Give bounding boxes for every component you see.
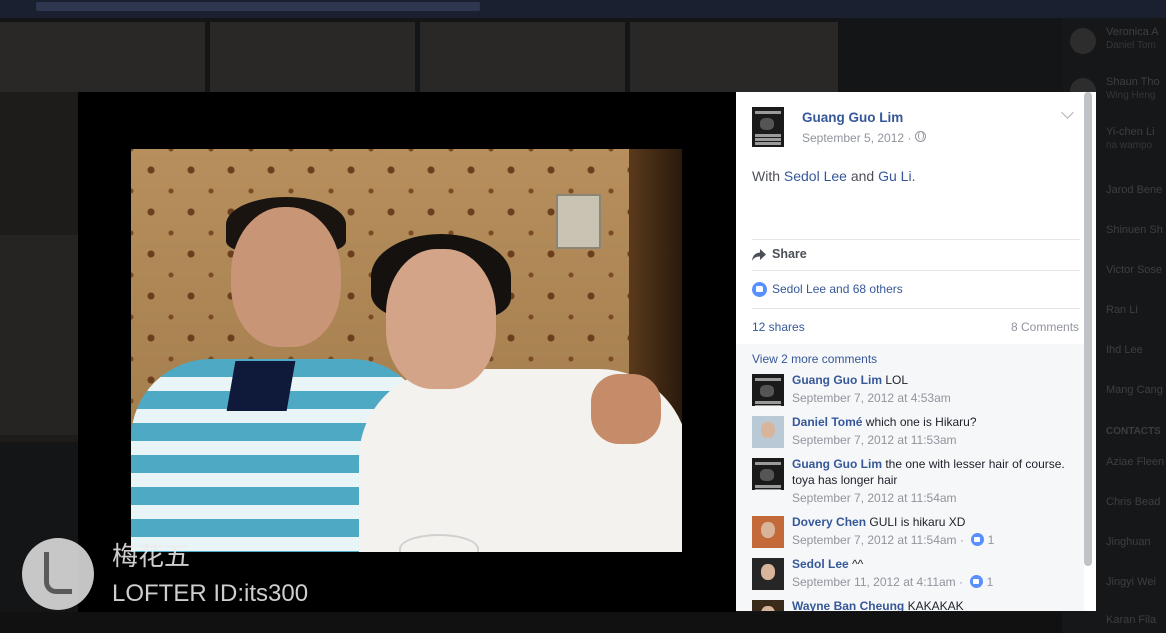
post-panel: Guang Guo Lim September 5, 2012 · With S… [736, 92, 1096, 611]
post-text: With Sedol Lee and Gu Li. [752, 168, 915, 184]
post-text-prefix: With [752, 168, 784, 184]
comment-timestamp[interactable]: September 7, 2012 at 11:53am [792, 432, 1082, 448]
chat-item-name: Aziae Fleen [1106, 456, 1165, 468]
divider [752, 308, 1080, 309]
chat-item-sub: Wing Heng [1106, 90, 1156, 101]
chat-item-name: Shinuen Sh [1106, 224, 1163, 236]
chat-item-name: Jarod Bene [1106, 184, 1163, 196]
comment-text: which one is Hikaru? [862, 415, 977, 429]
avatar[interactable] [752, 458, 784, 490]
chat-item[interactable]: Karan Fila [1062, 610, 1166, 633]
tagged-user-link[interactable]: Gu Li [878, 168, 911, 184]
chat-item-name: Shaun Tho [1106, 76, 1160, 88]
tagged-user-link[interactable]: Sedol Lee [784, 168, 847, 184]
post-photo[interactable] [131, 149, 682, 552]
likes-summary[interactable]: Sedol Lee and 68 others [772, 282, 903, 296]
avatar [1070, 28, 1096, 54]
comment-like-count[interactable]: 1 [987, 575, 994, 589]
comment-text: GULI is hikaru XD [866, 515, 966, 529]
post-text-and: and [846, 168, 879, 184]
comment-like-count[interactable]: 1 [988, 533, 995, 547]
globe-icon [915, 131, 926, 142]
chat-item-sub: Daniel Tom [1106, 40, 1156, 51]
comment-author[interactable]: Daniel Tomé [792, 415, 862, 429]
chat-item-name: Ran Li [1106, 304, 1138, 316]
comment-author[interactable]: Dovery Chen [792, 515, 866, 529]
chat-item[interactable]: Veronica A Daniel Tom [1062, 22, 1166, 60]
share-icon [752, 249, 766, 261]
background-photo-strip [0, 22, 205, 92]
like-icon [752, 282, 767, 297]
comment-author[interactable]: Sedol Lee [792, 557, 849, 571]
comment-text: KAKAKAK [904, 599, 964, 611]
background-top-bar [0, 0, 1166, 18]
scrollbar[interactable] [1084, 92, 1092, 611]
divider [752, 239, 1080, 240]
chat-item-name: Karan Fila [1106, 614, 1157, 626]
post-author[interactable]: Guang Guo Lim [802, 110, 903, 125]
post-text-suffix: . [911, 168, 916, 184]
post-date[interactable]: September 5, 2012 · [802, 131, 911, 145]
avatar[interactable] [752, 416, 784, 448]
view-more-comments-link[interactable]: View 2 more comments [752, 352, 877, 366]
chat-item-sub: na wampo [1106, 140, 1153, 151]
background-photo-strip [630, 22, 838, 92]
contacts-heading: CONTACTS [1106, 426, 1161, 437]
comment-timestamp[interactable]: September 7, 2012 at 4:53am [792, 390, 1082, 406]
comment-text: LOL [882, 373, 909, 387]
chat-item-name: Victor Sose [1106, 264, 1163, 276]
avatar[interactable] [752, 374, 784, 406]
comments-count[interactable]: 8 Comments [1011, 320, 1079, 334]
comment-author[interactable]: Guang Guo Lim [792, 457, 882, 471]
watermark-id: LOFTER ID:its300 [112, 580, 309, 607]
like-icon [971, 533, 985, 546]
chat-item-name: Yi-chen Li [1106, 126, 1155, 138]
avatar[interactable] [752, 516, 784, 548]
comment-timestamp[interactable]: September 11, 2012 at 4:11am · [792, 575, 966, 589]
avatar[interactable] [752, 558, 784, 590]
chat-item-name: Ihd Lee [1106, 344, 1143, 356]
comments-list: View 2 more comments Guang Guo Lim LOL S… [736, 344, 1084, 611]
background-photo-strip [210, 22, 415, 92]
shares-count[interactable]: 12 shares [752, 320, 805, 334]
share-label: Share [772, 247, 807, 261]
comment-text: ^^ [848, 557, 864, 571]
background-photo-strip [420, 22, 625, 92]
chat-item-name: Jinghuan [1106, 536, 1151, 548]
divider [752, 270, 1080, 271]
comment-timestamp[interactable]: September 7, 2012 at 11:54am · [792, 533, 967, 547]
chat-item-name: Jingyi Wei [1106, 576, 1156, 588]
comment-timestamp[interactable]: September 7, 2012 at 11:54am [792, 490, 1082, 506]
comment-author[interactable]: Wayne Ban Cheung [792, 599, 904, 611]
like-icon [970, 575, 984, 588]
scrollbar-thumb[interactable] [1084, 92, 1092, 566]
photo-viewer [78, 92, 736, 612]
chevron-down-icon[interactable] [1061, 106, 1074, 119]
watermark-name: 梅花五 [112, 542, 191, 572]
chat-item-name: Mang Cang [1106, 384, 1163, 396]
comment-author[interactable]: Guang Guo Lim [792, 373, 882, 387]
chat-item-name: Veronica A [1106, 26, 1159, 38]
chat-item-name: Chris Bead [1106, 496, 1161, 508]
background-left-photo [0, 235, 78, 435]
avatar[interactable] [752, 107, 784, 147]
avatar[interactable] [752, 600, 784, 611]
lofter-logo-icon [22, 538, 94, 610]
background-bottom-bar [0, 612, 1166, 633]
